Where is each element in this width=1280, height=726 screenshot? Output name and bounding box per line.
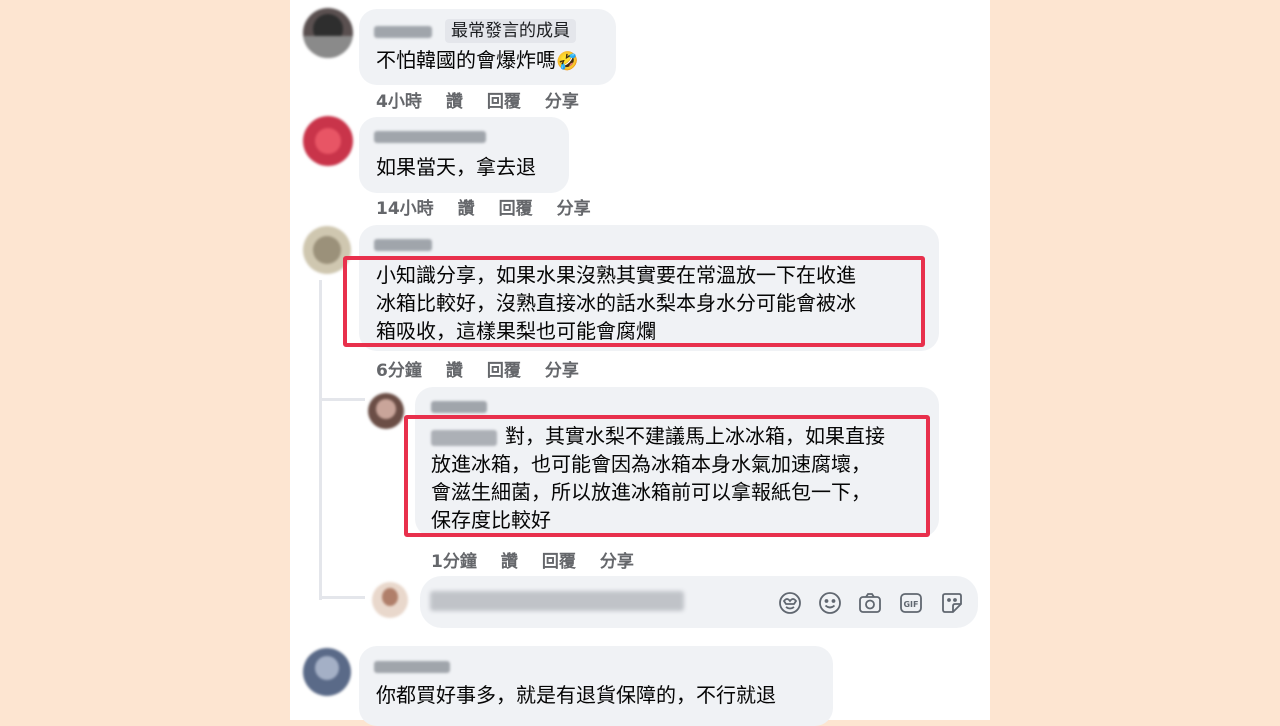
top-contributor-badge: 最常發言的成員 <box>445 19 576 43</box>
thread-line <box>319 596 365 599</box>
commenter-name[interactable] <box>431 401 487 413</box>
share-button[interactable]: 分享 <box>557 194 591 219</box>
share-button[interactable]: 分享 <box>600 547 634 572</box>
avatar[interactable] <box>303 648 351 696</box>
commenter-name[interactable] <box>374 239 432 251</box>
comment-actions: 1分鐘 讚 回覆 分享 <box>431 547 658 572</box>
comment-time[interactable]: 14小時 <box>376 194 434 219</box>
svg-text:GIF: GIF <box>903 600 918 609</box>
comment-actions: 14小時 讚 回覆 分享 <box>376 194 615 219</box>
commenter-name[interactable] <box>374 131 486 143</box>
avatar[interactable] <box>303 8 353 58</box>
thread-line <box>319 398 365 401</box>
reply-button[interactable]: 回覆 <box>487 87 521 112</box>
avatar[interactable] <box>303 116 353 166</box>
share-button[interactable]: 分享 <box>545 356 579 381</box>
like-button[interactable]: 讚 <box>458 194 475 219</box>
commenter-name[interactable] <box>374 26 432 38</box>
comment-text: 你都買好事多，就是有退貨保障的，不行就退 <box>376 683 776 707</box>
avatar[interactable] <box>368 393 404 429</box>
thread-line <box>319 280 322 600</box>
share-button[interactable]: 分享 <box>545 87 579 112</box>
comment-text: 如果當天，拿去退 <box>376 155 536 179</box>
current-user-avatar <box>372 582 408 618</box>
reply-button[interactable]: 回覆 <box>542 547 576 572</box>
avatar-sticker-icon[interactable] <box>776 589 804 617</box>
comment-time[interactable]: 6分鐘 <box>376 356 422 381</box>
like-button[interactable]: 讚 <box>501 547 518 572</box>
like-button[interactable]: 讚 <box>446 356 463 381</box>
comment-actions: 6分鐘 讚 回覆 分享 <box>376 356 603 381</box>
gif-icon[interactable]: GIF <box>897 589 925 617</box>
emoji-icon[interactable] <box>816 589 844 617</box>
reply-button[interactable]: 回覆 <box>487 356 521 381</box>
mentioned-user[interactable] <box>431 429 497 446</box>
sticker-icon[interactable] <box>938 589 966 617</box>
laughing-emoji-icon: 🤣 <box>556 51 579 72</box>
reply-text: 對，其實水梨不建議馬上冰冰箱，如果直接 放進冰箱，也可能會因為冰箱本身水氣加速腐… <box>431 424 885 532</box>
comment-actions: 4小時 讚 回覆 分享 <box>376 87 603 112</box>
comment-time[interactable]: 4小時 <box>376 87 422 112</box>
avatar[interactable] <box>303 226 351 274</box>
like-button[interactable]: 讚 <box>446 87 463 112</box>
commenter-name[interactable] <box>374 661 450 673</box>
reply-button[interactable]: 回覆 <box>499 194 533 219</box>
comment-text: 不怕韓國的會爆炸嗎🤣 <box>376 48 579 72</box>
camera-icon[interactable] <box>856 589 884 617</box>
reply-placeholder <box>430 591 684 611</box>
comment-text: 小知識分享，如果水果沒熟其實要在常溫放一下在收進 冰箱比較好，沒熟直接冰的話水梨… <box>376 263 856 343</box>
comment-time[interactable]: 1分鐘 <box>431 547 477 572</box>
